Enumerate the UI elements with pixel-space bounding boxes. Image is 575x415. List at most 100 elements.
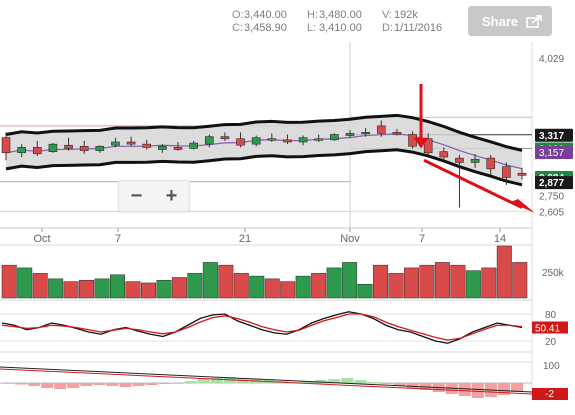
volume-bar [342, 262, 358, 299]
candle-down [408, 134, 417, 147]
candle-up [158, 145, 167, 150]
hist-macd-line [0, 366, 533, 393]
share-button[interactable]: Share [468, 6, 552, 36]
volume-bar [403, 267, 419, 299]
high-readout: H:3,480.00 [307, 9, 362, 21]
price-tick-label: 3,317 [539, 131, 564, 142]
candle-down [283, 139, 292, 143]
osc-value-label: 50.41 [535, 324, 560, 335]
volume-bar [63, 281, 79, 299]
share-label: Share [482, 13, 519, 29]
candle-up [204, 136, 214, 145]
candle-up [330, 134, 339, 141]
volume-bar [465, 270, 481, 299]
candle-down [502, 166, 511, 178]
volume-bar [94, 278, 110, 299]
candle-up [345, 133, 355, 136]
candle-up [95, 145, 105, 151]
volume-bar [79, 279, 95, 299]
price-tick-label: 2,750 [539, 192, 564, 203]
date-readout: D:1/11/2016 [382, 22, 443, 34]
histogram-bar [41, 383, 54, 388]
histogram-bar [132, 383, 145, 386]
volume-bar [32, 273, 48, 299]
hist-value-label: -2 [545, 389, 554, 400]
zoom-out-button[interactable]: − [131, 186, 143, 206]
volume-bar [202, 262, 218, 299]
histogram-bar [28, 383, 41, 386]
candle-down [455, 157, 464, 163]
hist-signal-line [0, 368, 533, 395]
close-readout: C:3,458.90 [232, 22, 287, 34]
volume-bar [1, 264, 17, 299]
histogram-bar [380, 383, 393, 384]
volume-bar [218, 264, 234, 299]
histogram-bar [158, 383, 171, 384]
candle-down [236, 138, 245, 146]
share-arrow-icon [526, 15, 542, 28]
volume-bar [110, 274, 126, 299]
volume-bar [388, 273, 404, 299]
candle-up [470, 158, 480, 163]
candle-up [251, 137, 261, 145]
histogram-bar [354, 380, 367, 383]
volume-bar [264, 278, 280, 299]
histogram-bar [67, 383, 80, 388]
candle-down [267, 138, 277, 141]
candle-down [314, 138, 324, 141]
osc-tick-label: 80 [545, 310, 557, 321]
histogram-bar [80, 383, 93, 386]
histogram-bar [106, 383, 119, 386]
candle-down [32, 147, 42, 155]
histogram-bar [2, 383, 15, 384]
candle-down [439, 151, 449, 158]
candle-down [392, 132, 402, 135]
volume-bar [156, 279, 172, 299]
candle-down [142, 143, 152, 148]
volume-bar [48, 278, 64, 299]
x-tick-label: 7 [419, 233, 425, 245]
candle-up [111, 141, 120, 146]
volume-bar [481, 267, 497, 299]
volume-bar [357, 284, 373, 299]
x-tick-label: 7 [115, 233, 121, 245]
volume-bar [140, 282, 156, 299]
candle-down [220, 136, 230, 140]
histogram-bar [367, 382, 380, 383]
x-tick-label: Nov [340, 233, 360, 245]
osc-tick-label: 20 [545, 337, 557, 348]
price-tick-label: 2,605 [539, 207, 564, 218]
price-chart[interactable]: 4,0293,3173,1893,1572,9242,8772,7502,605… [0, 0, 575, 415]
zoom-in-button[interactable]: + [166, 186, 178, 206]
x-tick-label: 21 [239, 233, 251, 245]
candle-down [64, 144, 73, 149]
histogram-bar [341, 378, 354, 383]
volume-bar [311, 273, 327, 299]
oscillator-slow-line [1, 313, 523, 341]
volume-bar [249, 275, 265, 299]
hist-tick-label: 100 [543, 361, 560, 372]
price-tick-label: 3,157 [539, 148, 564, 159]
volume-bar [17, 267, 33, 299]
chart-widget: 4,0293,3173,1893,1572,9242,8772,7502,605… [0, 0, 575, 415]
volume-readout: V: 192k [382, 9, 418, 21]
histogram-bar [54, 383, 67, 389]
histogram-bar [471, 383, 484, 398]
histogram-bar [197, 379, 210, 383]
candle-down [486, 157, 496, 170]
candle-up [189, 142, 198, 149]
volume-bar [434, 262, 450, 299]
volume-bar [326, 267, 342, 299]
volume-bar [295, 275, 311, 299]
histogram-bar [15, 383, 28, 385]
volume-tick-label: 250k [542, 268, 565, 279]
candle-down [376, 125, 386, 134]
volume-bar [512, 262, 528, 299]
low-readout: L: 3,410.00 [307, 22, 362, 34]
candle-down [517, 172, 527, 176]
candle-down [1, 137, 11, 154]
histogram-bar [184, 381, 197, 383]
open-readout: O:3,440.00 [232, 9, 287, 21]
x-tick-label: 14 [494, 233, 506, 245]
histogram-bar [145, 383, 158, 385]
